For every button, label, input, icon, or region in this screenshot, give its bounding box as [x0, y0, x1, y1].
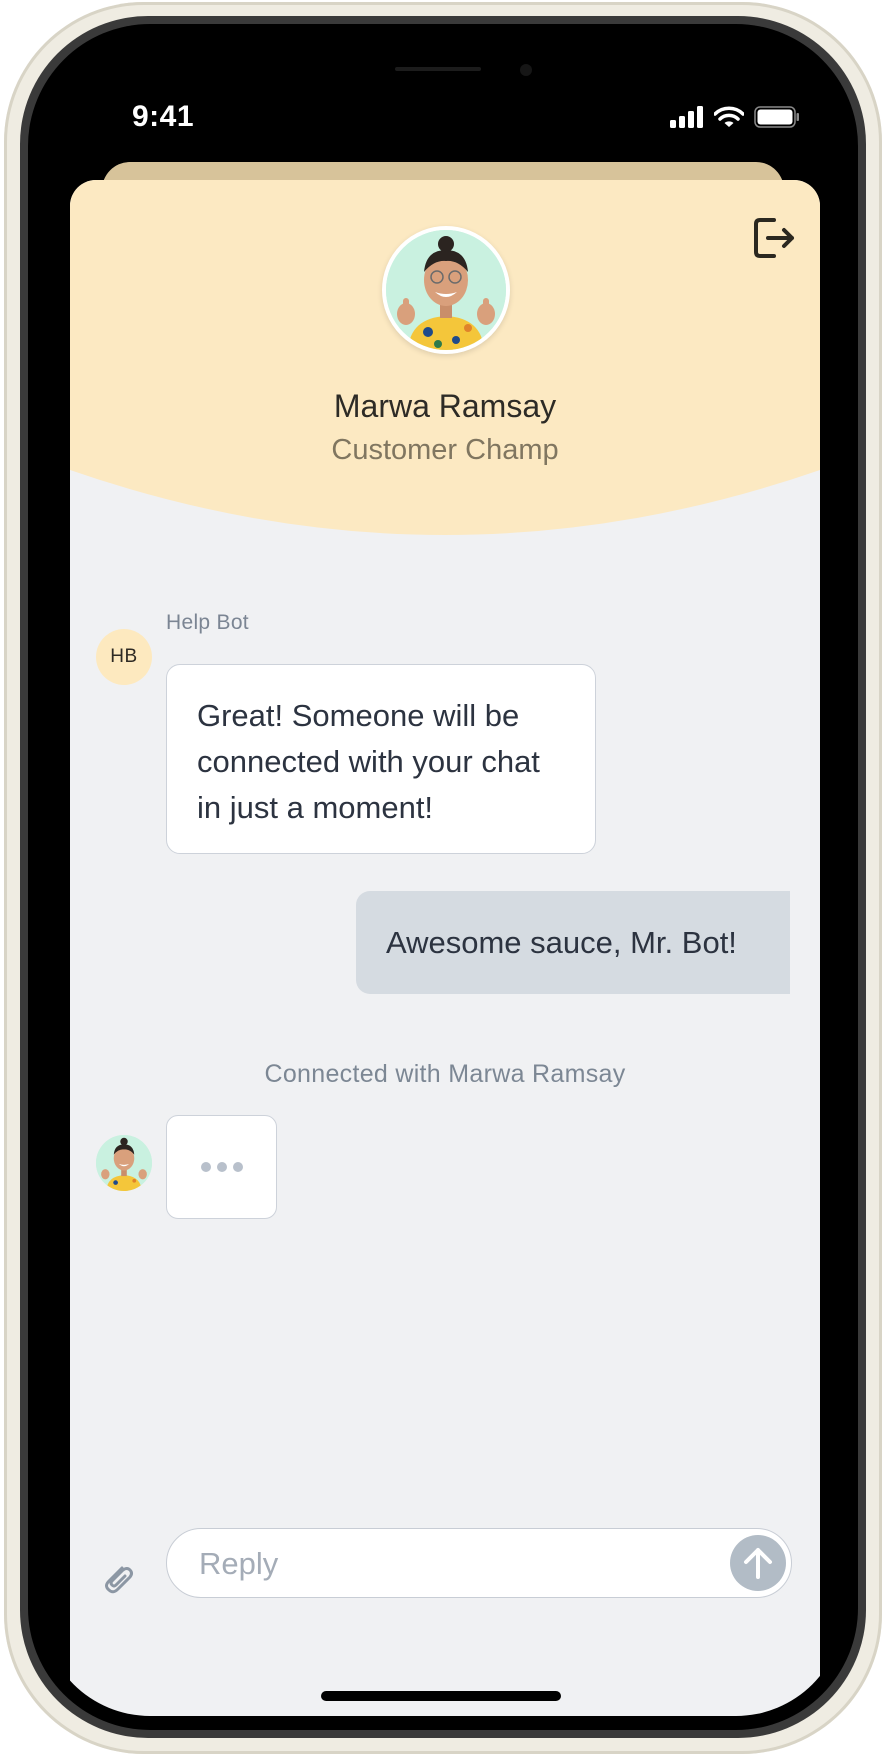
- home-indicator[interactable]: [321, 1691, 561, 1701]
- chat-app: Marwa Ramsay Customer Champ Help Bot HB …: [70, 180, 820, 1716]
- signal-icon: [670, 106, 703, 128]
- status-time: 9:41: [132, 100, 195, 133]
- agent-photo-small: [96, 1135, 152, 1191]
- agent-avatar-small: [96, 1135, 152, 1191]
- status-icons: [670, 106, 800, 128]
- wifi-icon: [714, 106, 744, 127]
- arrow-up-icon: [744, 1548, 772, 1579]
- agent-name: Marwa Ramsay: [333, 388, 557, 424]
- typing-dot: [232, 1162, 243, 1172]
- paperclip-icon[interactable]: [98, 1558, 138, 1598]
- connection-status-note: Connected with Marwa Ramsay: [264, 1060, 626, 1088]
- agent-photo: [386, 230, 506, 350]
- agent-avatar-large: [382, 226, 510, 354]
- agent-role: Customer Champ: [331, 434, 559, 466]
- battery-icon: [754, 106, 799, 128]
- reply-input[interactable]: [197, 1529, 681, 1598]
- typing-indicator: [166, 1115, 277, 1219]
- send-button[interactable]: [730, 1535, 786, 1591]
- reply-composer: [166, 1528, 792, 1598]
- front-camera: [520, 64, 532, 76]
- logout-icon[interactable]: [750, 214, 798, 262]
- bot-message-bubble: Great! Someone will be connected with yo…: [166, 664, 596, 854]
- earpiece-speaker: [395, 67, 481, 71]
- user-message-bubble: Awesome sauce, Mr. Bot!: [356, 891, 790, 994]
- phone-screen: 9:41 Marwa Ramsay Customer Champ Help Bo…: [42, 38, 844, 1716]
- typing-dot: [200, 1162, 211, 1172]
- typing-dot: [216, 1162, 227, 1172]
- bot-avatar: HB: [96, 629, 152, 685]
- message-sender-label: Help Bot: [166, 611, 249, 634]
